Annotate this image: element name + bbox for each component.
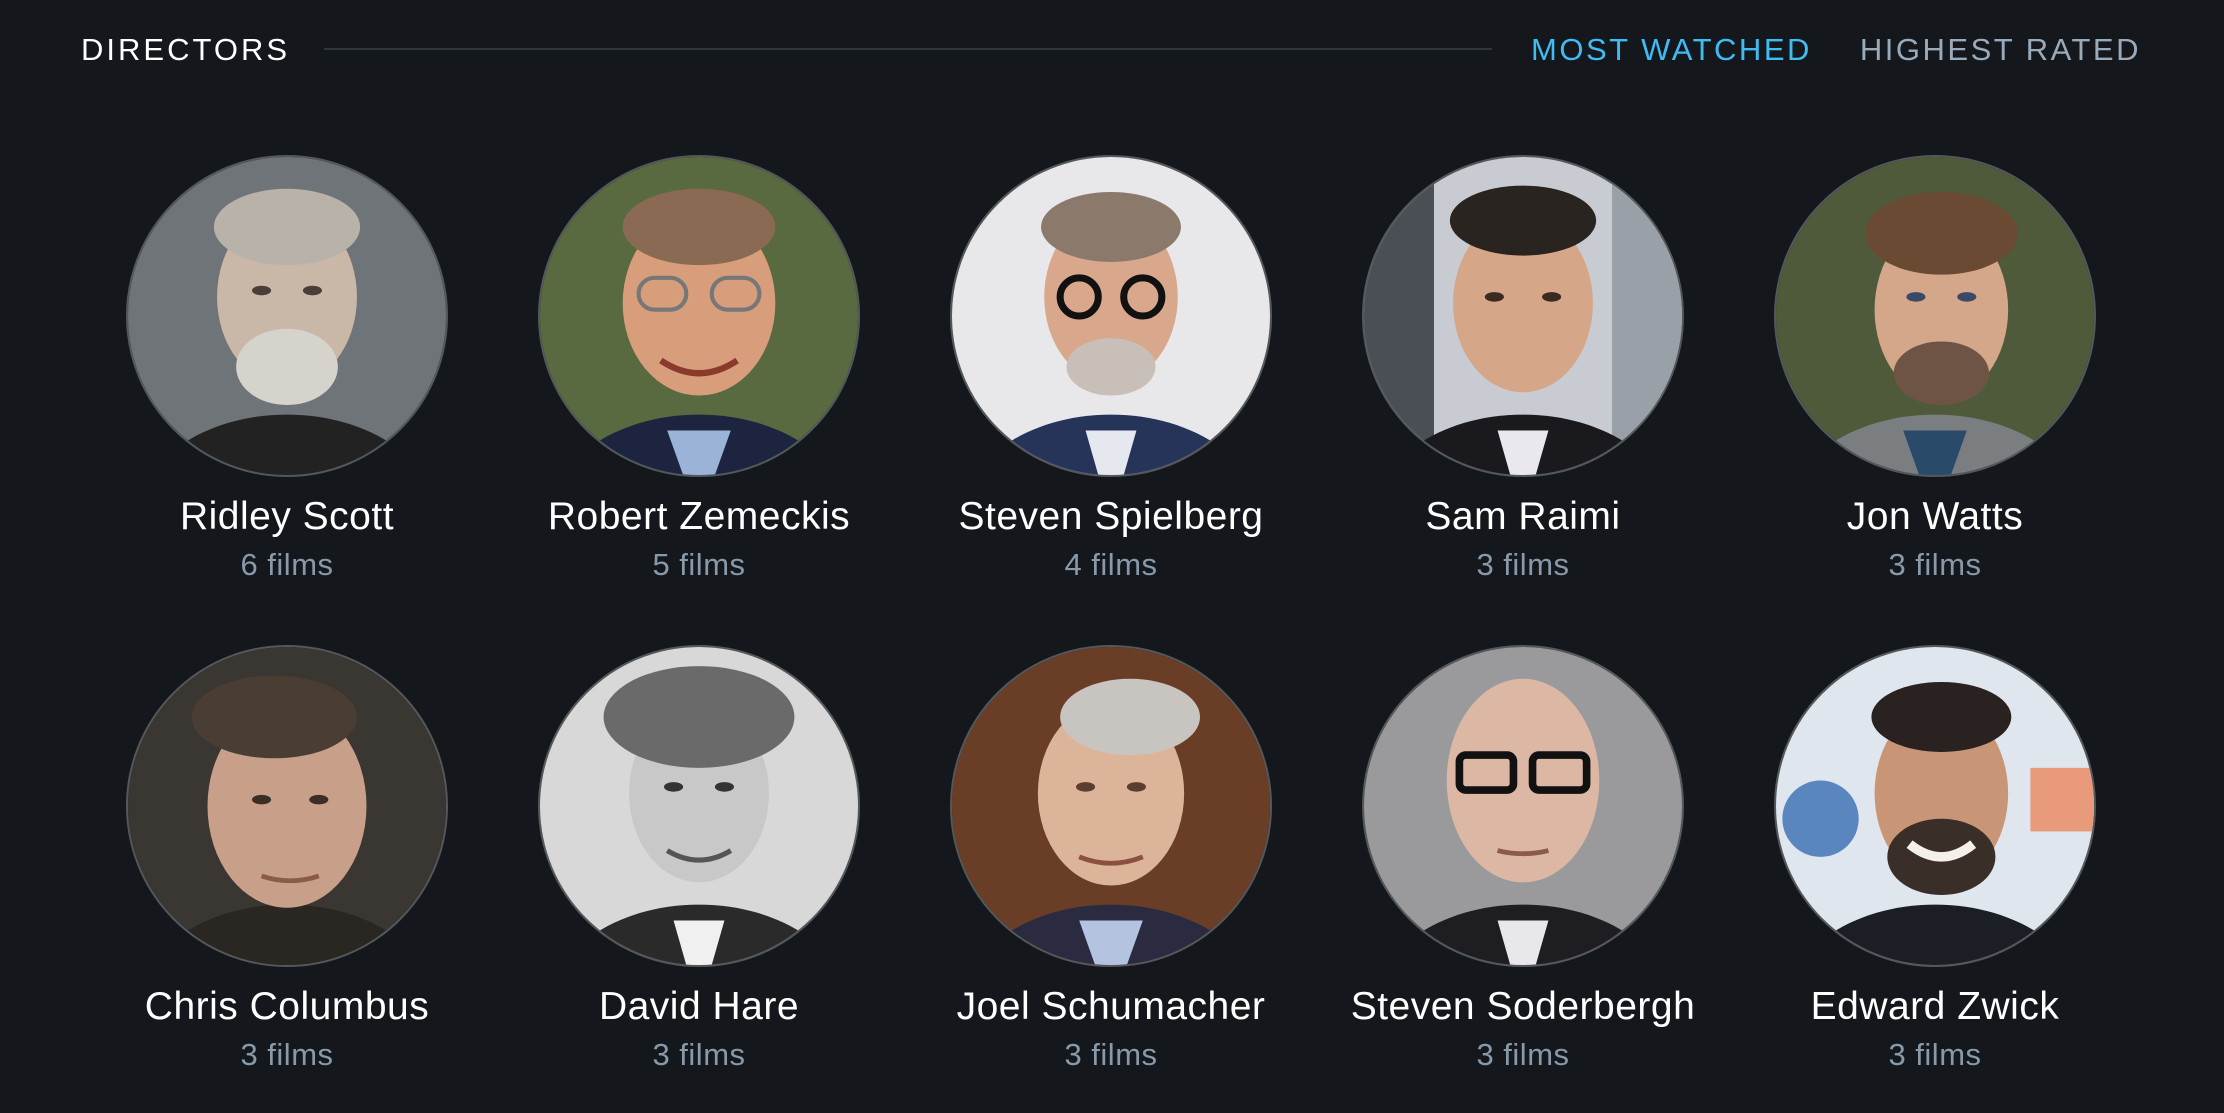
portrait-image (952, 157, 1270, 475)
portrait-image (540, 157, 858, 475)
director-portrait[interactable] (1774, 645, 2096, 967)
portrait-image (1364, 647, 1682, 965)
director-card[interactable]: Sam Raimi 3 films (1317, 155, 1729, 645)
film-count: 3 films (1888, 1037, 1982, 1072)
film-count: 5 films (652, 547, 746, 582)
director-name[interactable]: Chris Columbus (145, 983, 429, 1031)
director-portrait[interactable] (538, 155, 860, 477)
director-card[interactable]: David Hare 3 films (493, 645, 905, 1113)
director-portrait[interactable] (126, 155, 448, 477)
film-count: 6 films (240, 547, 334, 582)
portrait-image (1776, 647, 2094, 965)
film-count: 3 films (652, 1037, 746, 1072)
sort-tabs: MOST WATCHED HIGHEST RATED (1531, 32, 2141, 68)
director-name[interactable]: Steven Soderbergh (1351, 983, 1696, 1031)
director-name[interactable]: Ridley Scott (180, 493, 394, 541)
director-card[interactable]: Chris Columbus 3 films (81, 645, 493, 1113)
director-card[interactable]: Edward Zwick 3 films (1729, 645, 2141, 1113)
portrait-image (1364, 157, 1682, 475)
portrait-image (540, 647, 858, 965)
director-name[interactable]: David Hare (599, 983, 799, 1031)
director-name[interactable]: Joel Schumacher (957, 983, 1266, 1031)
director-portrait[interactable] (538, 645, 860, 967)
tab-most-watched[interactable]: MOST WATCHED (1531, 32, 1812, 68)
director-card[interactable]: Joel Schumacher 3 films (905, 645, 1317, 1113)
film-count: 3 films (1888, 547, 1982, 582)
director-name[interactable]: Steven Spielberg (958, 493, 1263, 541)
portrait-image (128, 157, 446, 475)
film-count: 3 films (240, 1037, 334, 1072)
portrait-image (128, 647, 446, 965)
director-name[interactable]: Sam Raimi (1425, 493, 1620, 541)
portrait-image (1776, 157, 2094, 475)
film-count: 3 films (1476, 547, 1570, 582)
directors-section: DIRECTORS MOST WATCHED HIGHEST RATED Rid (0, 0, 2224, 1113)
director-name[interactable]: Edward Zwick (1811, 983, 2060, 1031)
director-portrait[interactable] (1362, 155, 1684, 477)
section-header: DIRECTORS MOST WATCHED HIGHEST RATED (81, 22, 2141, 78)
film-count: 3 films (1064, 1037, 1158, 1072)
director-portrait[interactable] (1774, 155, 2096, 477)
directors-grid: Ridley Scott 6 films Robert Zemeckis 5 f… (81, 155, 2141, 1113)
film-count: 3 films (1476, 1037, 1570, 1072)
director-card[interactable]: Steven Soderbergh 3 films (1317, 645, 1729, 1113)
director-name[interactable]: Jon Watts (1847, 493, 2023, 541)
tab-highest-rated[interactable]: HIGHEST RATED (1860, 32, 2141, 68)
director-name[interactable]: Robert Zemeckis (548, 493, 850, 541)
director-portrait[interactable] (1362, 645, 1684, 967)
portrait-image (952, 647, 1270, 965)
director-portrait[interactable] (126, 645, 448, 967)
director-card[interactable]: Ridley Scott 6 films (81, 155, 493, 645)
director-card[interactable]: Jon Watts 3 films (1729, 155, 2141, 645)
film-count: 4 films (1064, 547, 1158, 582)
director-card[interactable]: Steven Spielberg 4 films (905, 155, 1317, 645)
header-divider (324, 48, 1493, 50)
director-portrait[interactable] (950, 645, 1272, 967)
director-portrait[interactable] (950, 155, 1272, 477)
section-title: DIRECTORS (81, 32, 291, 67)
director-card[interactable]: Robert Zemeckis 5 films (493, 155, 905, 645)
